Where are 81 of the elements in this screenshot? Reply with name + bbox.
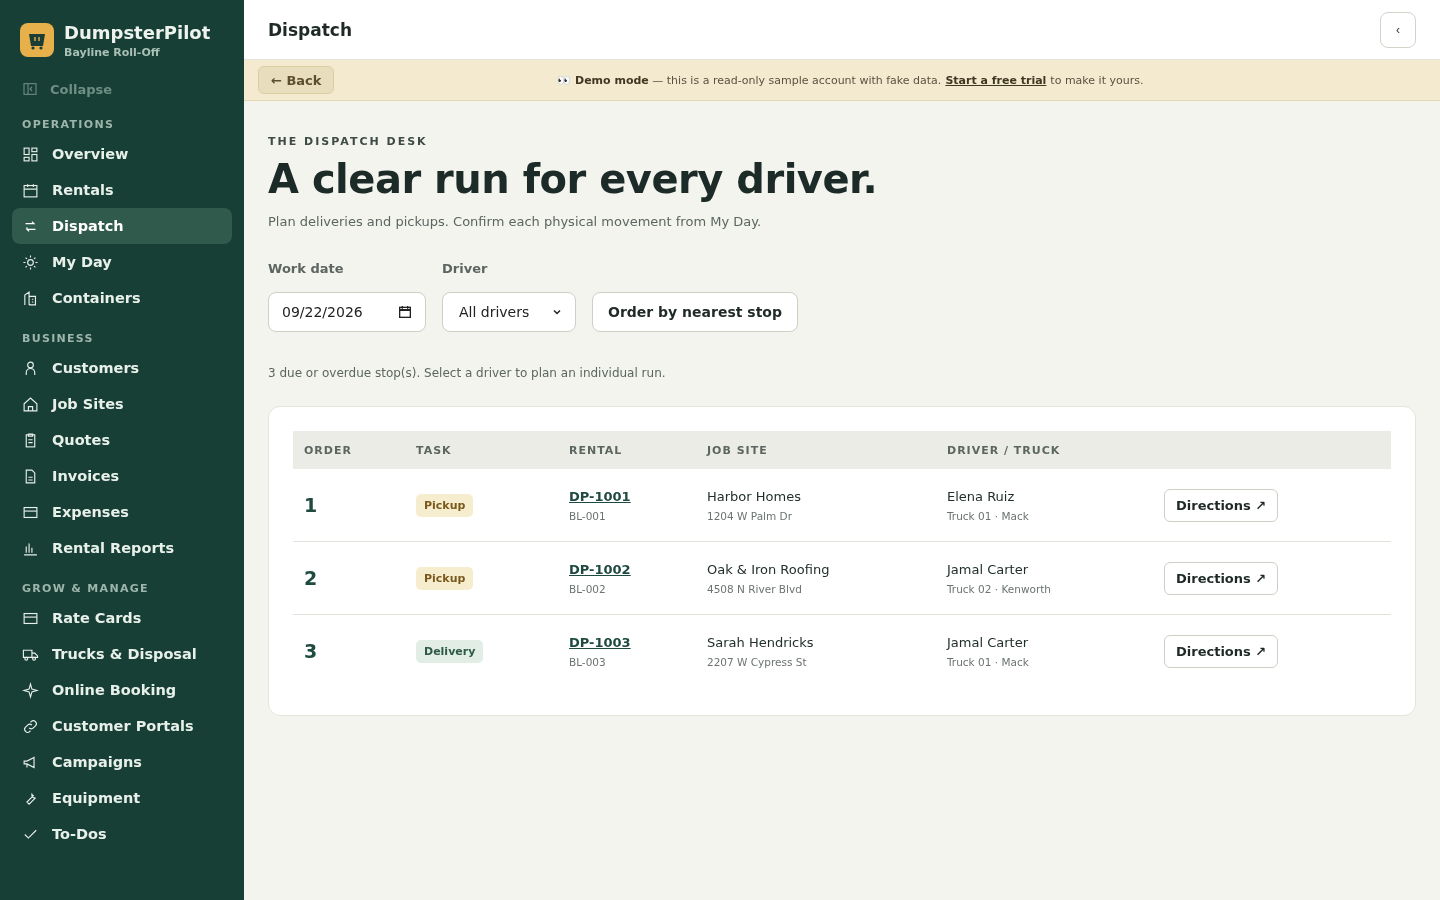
brand-name: DumpsterPilot (64, 21, 211, 43)
nav-item[interactable]: Online Booking (12, 672, 232, 708)
driver-select[interactable]: All drivers (442, 292, 576, 332)
task-badge: Delivery (416, 639, 484, 663)
nav-item[interactable]: Rentals (12, 172, 232, 208)
directions-button[interactable]: Directions ↗ (1164, 561, 1279, 595)
column-header: TASK (416, 443, 452, 457)
free-trial-link[interactable]: Start a free trial (945, 73, 1047, 87)
job-site-name: Oak & Iron Roofing (707, 561, 830, 577)
nav-item[interactable]: To-Dos (12, 816, 232, 852)
order-number: 2 (304, 567, 318, 589)
nav-item[interactable]: Trucks & Disposal (12, 636, 232, 672)
nav-item[interactable]: Invoices (12, 458, 232, 494)
job-site-name: Harbor Homes (707, 488, 801, 504)
truck-label: Truck 01 · Mack (947, 655, 1029, 668)
nav-item[interactable]: Expenses (12, 494, 232, 530)
job-site-address: 1204 W Palm Dr (707, 509, 792, 522)
intro-text: Plan deliveries and pickups. Confirm each physical movement from My Day. (268, 214, 763, 229)
nav-item[interactable]: Rental Reports (12, 530, 232, 566)
nav-item[interactable]: Quotes (12, 422, 232, 458)
order-by-nearest-button[interactable]: Order by nearest stop (592, 292, 798, 332)
rental-subtext: BL-003 (569, 655, 606, 668)
truck-label: Truck 02 · Kenworth (947, 582, 1051, 595)
nav-item[interactable]: Dispatch (12, 208, 232, 244)
rental-subtext: BL-002 (569, 582, 606, 595)
panel-toggle-button[interactable]: ‹ (1380, 11, 1416, 48)
field-label: Driver (442, 261, 489, 276)
task-badge: Pickup (416, 493, 474, 517)
summary-text: 3 due or overdue stop(s). Select a driver to plan an individual run. (268, 366, 667, 380)
date-field[interactable]: 09/22/2026 (268, 292, 426, 332)
job-site-name: Sarah Hendricks (707, 634, 814, 650)
sparkle-icon (22, 681, 39, 699)
eyes-emoji: 👀 (557, 73, 571, 87)
directions-button[interactable]: Directions ↗ (1164, 488, 1279, 522)
column-header: JOB SITE (707, 443, 768, 457)
grid-icon (22, 145, 39, 163)
column-header: ORDER (304, 443, 352, 457)
truck-label: Truck 01 · Mack (947, 509, 1029, 522)
driver-name: Jamal Carter (947, 561, 1028, 577)
sun-icon (22, 253, 39, 271)
column-header: DRIVER / TRUCK (947, 443, 1061, 457)
nav-item[interactable]: Equipment (12, 780, 232, 816)
collapse-icon (22, 81, 38, 97)
headline: A clear run for every driver. (268, 156, 879, 202)
rental-subtext: BL-001 (569, 509, 606, 522)
rental-link[interactable]: DP-1002 (569, 561, 631, 577)
order-number: 3 (304, 640, 318, 662)
nav-item[interactable]: Overview (12, 136, 232, 172)
task-badge: Pickup (416, 566, 474, 590)
nav-item[interactable]: Containers (12, 280, 232, 316)
link-icon (22, 717, 39, 735)
dumpster-logo (20, 23, 54, 57)
demo-mode-message: Demo mode — this is a read-only sample account with fake data. (575, 73, 942, 87)
rental-link[interactable]: DP-1003 (569, 634, 631, 650)
nav-section-heading: GROW & MANAGE (21, 581, 150, 597)
calendar-icon (397, 304, 413, 320)
job-site-address: 4508 N River Blvd (707, 582, 802, 595)
driver-name: Elena Ruiz (947, 488, 1015, 504)
brand-subtitle: Bayline Roll-Off (64, 45, 161, 59)
order-number: 1 (304, 494, 318, 516)
driver-name: Jamal Carter (947, 634, 1028, 650)
nav-section-heading: OPERATIONS (21, 117, 116, 133)
nav-item[interactable]: Customers (12, 350, 232, 386)
nav-item[interactable]: Campaigns (12, 744, 232, 780)
directions-button[interactable]: Directions ↗ (1164, 634, 1279, 668)
rental-link[interactable]: DP-1001 (569, 488, 631, 504)
field-label: Work date (268, 261, 345, 276)
nav-item[interactable]: Rate Cards (12, 600, 232, 636)
nav-item[interactable]: My Day (12, 244, 232, 280)
eyebrow-label: THE DISPATCH DESK (268, 135, 429, 148)
buildings-icon (22, 289, 39, 307)
nav-item[interactable]: Job Sites (12, 386, 232, 422)
back-button[interactable]: ← Back (258, 66, 335, 94)
page-title: Dispatch (268, 19, 352, 40)
column-header: RENTAL (569, 443, 623, 457)
job-site-address: 2207 W Cypress St (707, 655, 807, 668)
calendar-icon (22, 181, 39, 199)
nav-section-heading: BUSINESS (21, 331, 95, 347)
demo-mode-message-end: to make it yours. (1050, 73, 1144, 87)
nav-item[interactable]: Customer Portals (12, 708, 232, 744)
home-icon (22, 395, 39, 413)
